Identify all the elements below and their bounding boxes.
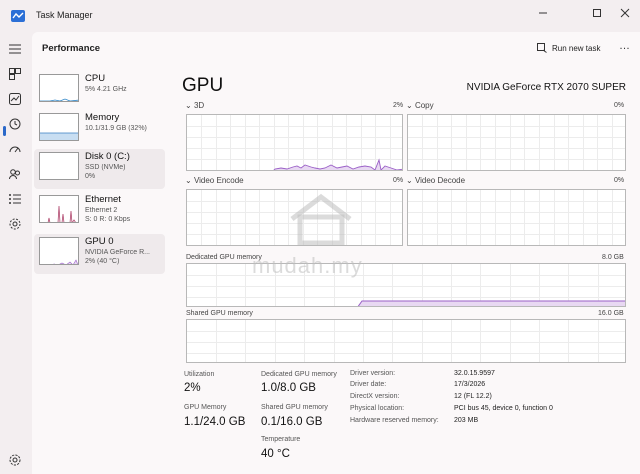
gpu-heading: GPU [182, 75, 224, 96]
shared-memory-label: Shared GPU memory [261, 404, 328, 411]
title-bar: Task Manager [0, 0, 640, 32]
dedicated-memory-label: Dedicated GPU memory [261, 371, 337, 378]
driver-version-label: Driver version: [350, 370, 396, 377]
sidebar-item-detail: 10.1/31.9 GB (32%) [85, 125, 147, 132]
active-indicator [3, 126, 6, 136]
sidebar-item-disk[interactable]: Disk 0 (C:) SSD (NVMe) 0% [34, 149, 165, 189]
sidebar-item-detail: 2% (40 °C) [85, 258, 120, 265]
engine-video-decode-graph [407, 189, 626, 246]
window-title: Task Manager [36, 10, 93, 20]
shared-memory-value: 0.1/16.0 GB [261, 416, 323, 428]
engine-video-decode-value: 0% [614, 177, 625, 184]
settings-icon[interactable] [7, 452, 23, 468]
page-title: Performance [42, 43, 101, 54]
gpu-memory-value: 1.1/24.0 GB [184, 416, 246, 428]
gpu-thumbnail [39, 237, 79, 265]
driver-date-value: 17/3/2026 [454, 381, 486, 388]
cpu-thumbnail [39, 74, 79, 102]
sidebar-item-gpu[interactable]: GPU 0 NVIDIA GeForce R... 2% (40 °C) [34, 234, 165, 274]
hardware-reserved-memory-value: 203 MB [454, 417, 479, 424]
directx-version-label: DirectX version: [350, 393, 400, 400]
utilization-label: Utilization [184, 371, 215, 378]
sidebar-item-detail: Ethernet 2 [85, 207, 118, 214]
details-icon[interactable] [7, 191, 23, 207]
close-button[interactable] [612, 3, 638, 23]
engine-video-decode-label[interactable]: ⌄ Video Decode [406, 176, 465, 185]
minimize-button[interactable] [530, 3, 556, 23]
utilization-value: 2% [184, 382, 201, 394]
dedicated-memory-graph-label: Dedicated GPU memory [186, 254, 262, 261]
sidebar-item-detail: SSD (NVMe) [85, 164, 126, 171]
watermark-house-icon [290, 193, 352, 245]
sidebar-item-cpu[interactable]: CPU 5% 4.21 GHz [34, 71, 165, 111]
engine-copy-label[interactable]: ⌄ Copy [406, 101, 434, 110]
sidebar-item-detail: 5% 4.21 GHz [85, 86, 127, 93]
engine-3d-label[interactable]: ⌄ 3D [185, 101, 204, 110]
minimize-icon [539, 12, 547, 14]
engine-copy-graph [407, 114, 626, 171]
sidebar-item-detail: 0% [85, 173, 96, 180]
engine-video-encode-label[interactable]: ⌄ Video Encode [185, 176, 244, 185]
shared-memory-graph [186, 319, 626, 363]
temperature-value: 40 °C [261, 448, 290, 460]
run-new-task-button[interactable]: Run new task [537, 41, 600, 55]
gpu-model-name: NVIDIA GeForce RTX 2070 SUPER [466, 82, 626, 93]
processes-icon[interactable] [7, 66, 23, 82]
maximize-button[interactable] [584, 3, 610, 23]
dedicated-memory-graph-max: 8.0 GB [602, 254, 624, 261]
watermark-text: mudah.my [252, 253, 363, 278]
run-task-icon [537, 43, 547, 53]
hardware-reserved-memory-label: Hardware reserved memory: [350, 417, 439, 424]
startup-apps-icon[interactable] [7, 141, 23, 157]
memory-thumbnail [39, 113, 79, 141]
engine-3d-graph [186, 114, 403, 171]
physical-location-label: Physical location: [350, 405, 405, 412]
sidebar-item-label: CPU [85, 73, 106, 84]
driver-version-value: 32.0.15.9597 [454, 370, 495, 377]
sidebar-item-label: Disk 0 (C:) [85, 151, 130, 162]
shared-memory-graph-max: 16.0 GB [598, 310, 624, 317]
sidebar-item-label: GPU 0 [85, 236, 114, 247]
watermark: mudah.my [252, 193, 363, 279]
ethernet-thumbnail [39, 195, 79, 223]
sidebar-item-memory[interactable]: Memory 10.1/31.9 GB (32%) [34, 110, 165, 150]
sidebar-item-detail: NVIDIA GeForce R... [85, 249, 150, 256]
hamburger-icon[interactable] [7, 41, 23, 57]
driver-date-label: Driver date: [350, 381, 387, 388]
dedicated-memory-value: 1.0/8.0 GB [261, 382, 316, 394]
sidebar-item-detail: S: 0 R: 0 Kbps [85, 216, 131, 223]
disk-thumbnail [39, 152, 79, 180]
directx-version-value: 12 (FL 12.2) [454, 393, 492, 400]
maximize-icon [593, 9, 601, 17]
users-icon[interactable] [7, 166, 23, 182]
performance-icon[interactable] [7, 91, 23, 107]
shared-memory-graph-label: Shared GPU memory [186, 310, 253, 317]
gpu-memory-label: GPU Memory [184, 404, 227, 411]
sidebar-item-label: Ethernet [85, 194, 121, 205]
app-history-icon[interactable] [7, 116, 23, 132]
engine-copy-value: 0% [614, 102, 625, 109]
run-new-task-label: Run new task [552, 43, 601, 53]
more-options-button[interactable]: … [619, 40, 631, 52]
physical-location-value: PCI bus 45, device 0, function 0 [454, 405, 553, 412]
engine-video-encode-value: 0% [393, 177, 404, 184]
temperature-label: Temperature [261, 436, 301, 443]
sidebar-item-label: Memory [85, 112, 120, 123]
services-icon[interactable] [7, 216, 23, 232]
sidebar-item-ethernet[interactable]: Ethernet Ethernet 2 S: 0 R: 0 Kbps [34, 192, 165, 232]
engine-3d-value: 2% [393, 102, 404, 109]
navigation-rail [0, 32, 30, 474]
task-manager-icon [11, 9, 25, 22]
close-icon [620, 8, 630, 18]
